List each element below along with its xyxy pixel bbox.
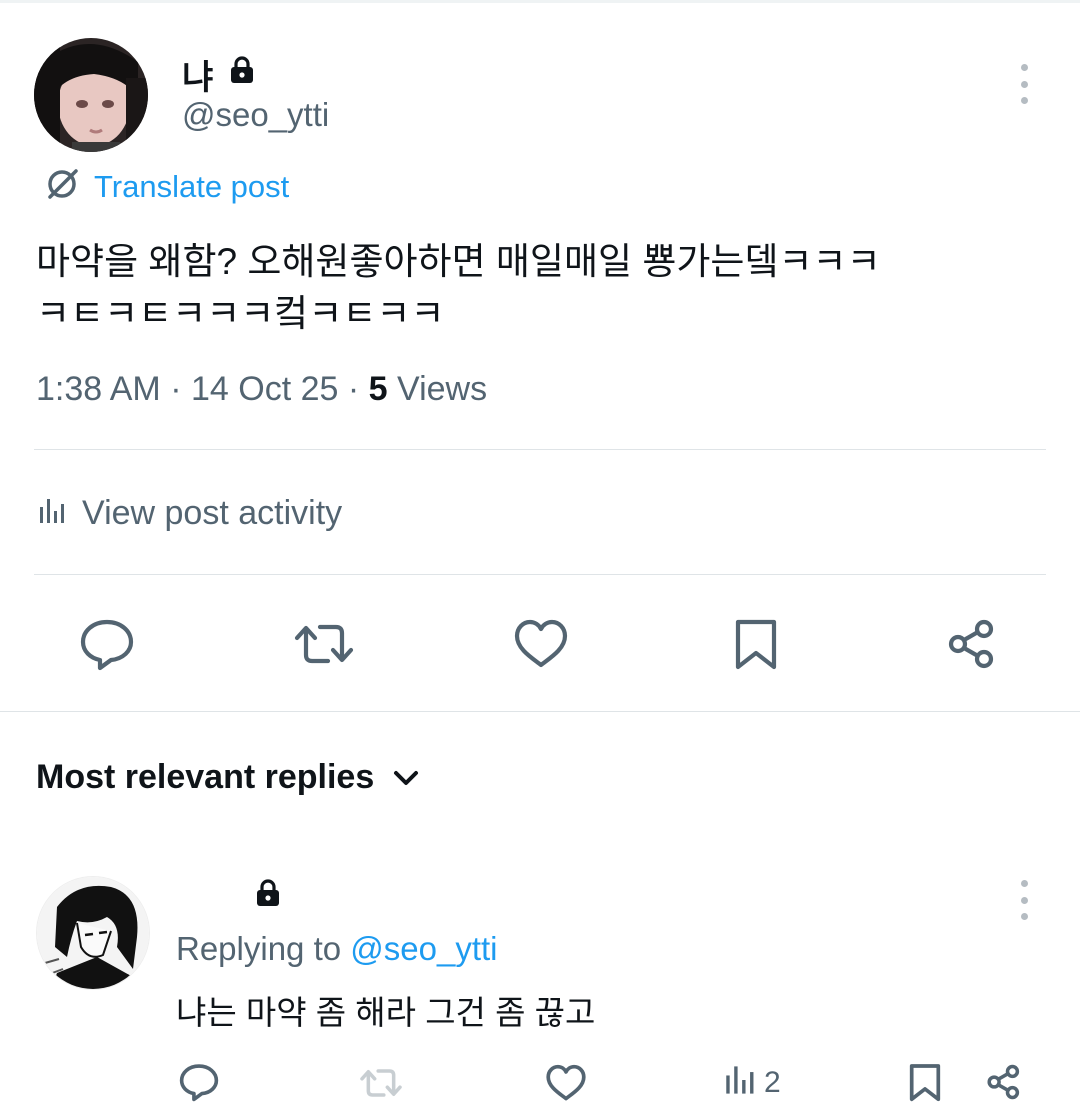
post-meta: 1:38 AM · 14 Oct 25 · 5 Views	[36, 370, 487, 409]
reply-like-icon[interactable]	[544, 1063, 588, 1108]
reply-reply-icon[interactable]	[178, 1062, 220, 1107]
replying-to: Replying to @seo_ytti	[176, 930, 498, 968]
reply-more-icon[interactable]	[1014, 880, 1034, 920]
reply-views-count: 2	[764, 1065, 781, 1099]
section-divider	[0, 711, 1080, 712]
post-text: 마약을 왜함? 오해원좋아하면 매일매일 뿅가는뎈ㅋㅋㅋ ㅋㅌㅋㅌㅋㅋㅋ컼ㅋㅌㅋ…	[36, 236, 1046, 340]
divider	[34, 449, 1046, 450]
meta-separator: ·	[170, 370, 191, 408]
replying-handle[interactable]: @seo_ytti	[350, 930, 497, 967]
divider	[34, 574, 1046, 575]
author-avatar[interactable]	[34, 38, 148, 152]
translate-post-link[interactable]: Translate post	[44, 166, 289, 207]
meta-separator: ·	[347, 370, 369, 408]
views-label: Views	[397, 370, 488, 408]
post-date[interactable]: 14 Oct 25	[191, 370, 338, 408]
top-divider	[0, 0, 1080, 3]
reply-bookmark-icon[interactable]	[908, 1062, 942, 1109]
reply-analytics[interactable]: 2	[724, 1062, 781, 1103]
reply-repost-icon[interactable]	[358, 1064, 404, 1107]
reply-icon[interactable]	[78, 617, 136, 676]
author-name[interactable]: 냐	[182, 50, 213, 99]
views-count: 5	[368, 370, 388, 408]
post-time[interactable]: 1:38 AM	[36, 370, 161, 408]
translate-label: Translate post	[94, 168, 290, 204]
translate-icon	[44, 166, 80, 207]
more-icon[interactable]	[1014, 64, 1034, 104]
post-text-line-2: ㅋㅌㅋㅌㅋㅋㅋ컼ㅋㅌㅋㅋ	[36, 293, 445, 334]
share-icon[interactable]	[944, 617, 1000, 676]
bookmark-icon[interactable]	[733, 617, 779, 678]
post-text-line-1: 마약을 왜함? 오해원좋아하면 매일매일 뿅가는뎈ㅋㅋㅋ	[36, 241, 881, 282]
replies-section-title: Most relevant replies	[36, 758, 375, 796]
chevron-down-icon	[392, 758, 420, 797]
replying-prefix: Replying to	[176, 930, 342, 967]
repost-icon[interactable]	[292, 617, 356, 676]
reply-analytics-icon	[724, 1062, 758, 1103]
reply-avatar[interactable]	[36, 876, 150, 990]
analytics-icon	[38, 497, 68, 530]
view-post-activity[interactable]: View post activity	[38, 494, 342, 533]
reply-text: 냐는 마약 좀 해라 그건 좀 끊고	[176, 994, 596, 1031]
replies-sort-dropdown[interactable]: Most relevant replies	[36, 758, 420, 797]
lock-icon	[229, 55, 255, 90]
reply-share-icon[interactable]	[984, 1063, 1024, 1106]
activity-label: View post activity	[82, 494, 343, 532]
like-icon[interactable]	[512, 617, 570, 676]
author-handle[interactable]: @seo_ytti	[182, 96, 329, 134]
reply-lock-icon	[255, 878, 281, 913]
